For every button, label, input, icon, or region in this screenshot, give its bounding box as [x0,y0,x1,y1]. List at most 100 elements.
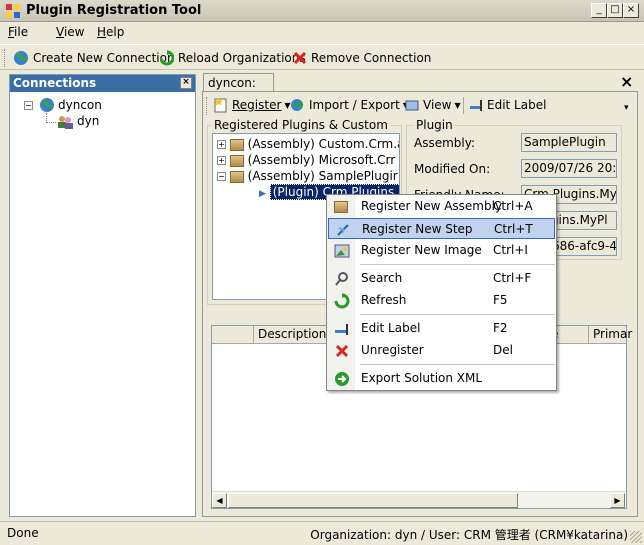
menu-item-shortcut: Del [493,343,513,357]
tab-dyncon-dyn[interactable]: dyncon: dyn [203,73,274,108]
menu-item-label: Refresh [361,293,407,307]
close-window-button[interactable]: × [623,3,639,18]
organization-node[interactable]: dyn [77,114,99,128]
edit-label-icon [335,324,348,335]
remove-connection-label: Remove Connection [311,51,432,65]
connection-node[interactable]: dyncon [58,98,102,112]
menu-item-edit-label[interactable]: Edit Label F2 [328,318,555,339]
menu-item-shortcut: Ctrl+A [493,199,533,213]
menu-item-shortcut: Ctrl+T [494,222,533,236]
menu-help-mnemonic: H [97,25,107,39]
connections-title: Connections [13,76,97,90]
menu-separator [360,314,555,315]
menu-item-register-step[interactable]: Register New Step Ctrl+T [328,218,555,239]
connections-header: Connections × [10,75,195,92]
tree-node-assembly[interactable]: − (Assembly) SamplePlugir [217,169,398,183]
menu-item-shortcut: F2 [493,321,508,335]
menu-item-label: Export Solution XML [361,371,483,385]
modified-on-field[interactable]: 2009/07/26 20:33 [521,159,617,178]
reload-organizations-button[interactable]: Reload Organizations [160,49,306,67]
collapse-toggle[interactable]: − [217,172,226,181]
menu-item-label: Register New Step [362,222,473,236]
menu-item-unregister[interactable]: Unregister Del [328,340,555,361]
grid-column-primary[interactable]: Primar [589,326,632,344]
unregister-icon [335,344,349,358]
menu-item-register-assembly[interactable]: Register New Assembly Ctrl+A [328,196,555,217]
import-export-dropdown[interactable]: Import / Export▼ [290,97,409,113]
edit-label-label: Edit Label [487,98,547,112]
expand-toggle[interactable]: + [217,140,226,149]
app-icon [6,4,20,18]
tree-node-label: (Assembly) Custom.Crm.a [247,137,400,151]
menu-item-search[interactable]: Search Ctrl+F [328,268,555,289]
menu-help[interactable]: Help [97,25,124,39]
tree-line [46,122,56,123]
context-menu: Register New Assembly Ctrl+A Register Ne… [326,194,557,391]
menu-view[interactable]: View [56,25,84,39]
edit-label-icon [470,100,482,111]
globe-icon [14,51,28,65]
horizontal-scrollbar[interactable]: ◀ ▶ [212,491,626,508]
reload-icon [160,50,174,66]
sub-toolbar: Register▼ Import / Export▼ View▼ Edit La… [206,95,634,117]
menu-bar: File View Help [0,22,644,42]
expand-toggle[interactable]: + [217,156,226,165]
resize-grip[interactable] [630,531,642,543]
modified-on-label: Modified On: [414,162,491,176]
scroll-thumb[interactable] [228,493,518,508]
id-field-value: 686-afc9-4 [552,239,617,253]
menu-view-label: iew [63,25,85,39]
menu-file[interactable]: File [8,25,28,39]
view-icon [405,100,419,111]
image-icon [334,244,350,258]
status-text: Done [7,526,39,540]
menu-item-label: Edit Label [361,321,421,335]
remove-connection-button[interactable]: Remove Connection [293,49,431,67]
menu-item-refresh[interactable]: Refresh F5 [328,290,555,311]
menu-file-label: ile [14,25,29,39]
menu-item-label: Search [361,271,403,285]
globe-icon [40,98,54,112]
scroll-right-button[interactable]: ▶ [610,493,625,508]
toolbar-grip[interactable] [4,49,7,67]
main-toolbar: Create New Connection Reload Organizatio… [0,44,644,70]
import-export-icon [291,99,304,111]
close-tab-button[interactable]: × [620,72,633,91]
step-icon [337,224,349,236]
scroll-left-button[interactable]: ◀ [212,493,227,508]
assembly-field[interactable]: SamplePlugin [521,133,617,152]
register-dropdown[interactable]: Register ▼ [213,97,291,113]
toolbar-grip[interactable] [206,97,209,115]
menu-help-label: elp [106,25,125,39]
import-export-label: Import / Export [309,98,400,112]
assembly-icon [229,138,244,151]
create-connection-button[interactable]: Create New Connection [13,49,175,67]
connections-close-button[interactable]: × [180,77,192,89]
menu-item-register-image[interactable]: Register New Image Ctrl+I [328,240,555,261]
chevron-down-icon: ▼ [454,100,461,110]
view-label: View [423,98,452,112]
tree-node-assembly[interactable]: + (Assembly) Custom.Crm.a [217,137,400,151]
menu-item-shortcut: F5 [493,293,508,307]
menu-separator [360,364,555,365]
registered-plugins-label: Registered Plugins & Custom [212,118,390,132]
plugin-icon: ▶ [259,189,266,199]
maximize-button[interactable]: □ [607,3,623,18]
menu-item-label: Unregister [361,343,424,357]
assembly-icon [229,154,244,167]
create-connection-label: Create New Connection [33,51,175,65]
tree-node-assembly[interactable]: + (Assembly) Microsoft.Crr [217,153,395,167]
collapse-toggle[interactable]: − [24,101,33,110]
register-label: Register [232,98,282,112]
minimize-button[interactable]: _ [591,3,607,18]
menu-item-shortcut: Ctrl+F [493,271,532,285]
assembly-icon [334,199,350,215]
menu-item-export-solution-xml[interactable]: Export Solution XML [328,368,555,389]
edit-label-button[interactable]: Edit Label [468,97,546,113]
users-icon [58,116,73,129]
remove-icon [293,51,307,65]
overflow-chevron-icon[interactable]: ▾ [624,103,629,113]
view-dropdown[interactable]: View ▼ [404,97,461,113]
search-icon [335,272,348,286]
reload-organizations-label: Reload Organizations [178,51,306,65]
